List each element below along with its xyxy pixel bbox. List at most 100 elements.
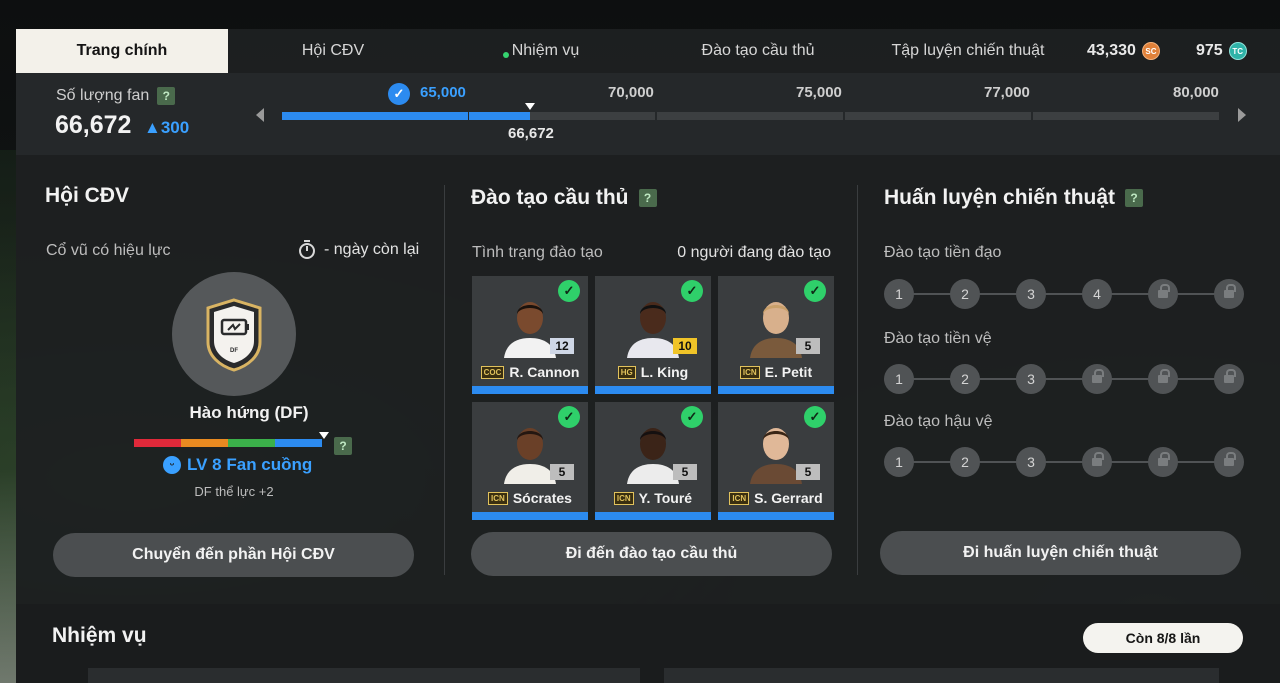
background-edge <box>0 150 16 683</box>
card-type-icon: ICN <box>613 491 634 505</box>
missions-remaining-badge: Còn 8/8 lần <box>1083 623 1243 653</box>
mission-card[interactable] <box>88 668 640 683</box>
player-name-row: ICN Y. Touré <box>595 490 711 506</box>
tab-fan-club[interactable]: Hội CĐV <box>228 29 438 73</box>
sc-value: 43,330 <box>1087 42 1136 59</box>
lock-icon <box>1158 369 1170 385</box>
column-divider <box>857 185 858 575</box>
stopwatch-icon <box>299 240 315 259</box>
milestone-label: 70,000 <box>608 84 654 101</box>
training-step[interactable]: 1 <box>884 279 914 309</box>
tab-label: Đào tạo cầu thủ <box>701 42 815 59</box>
mood-marker <box>319 432 329 439</box>
locked-step[interactable] <box>1082 364 1112 394</box>
card-type-icon: ICN <box>488 491 508 505</box>
player-card[interactable]: ✓ 5 ICN Y. Touré <box>595 402 711 520</box>
notification-dot-icon <box>502 52 509 58</box>
training-step[interactable]: 2 <box>950 447 980 477</box>
player-card[interactable]: ✓ 10 HG L. King <box>595 276 711 394</box>
player-card[interactable]: ✓ 5 ICN E. Petit <box>718 276 834 394</box>
locked-step[interactable] <box>1082 447 1112 477</box>
fan-count-delta: ▲300 <box>144 118 190 137</box>
player-level-badge: 5 <box>796 338 820 354</box>
player-name: R. Cannon <box>509 364 580 380</box>
help-icon[interactable]: ? <box>638 189 657 207</box>
locked-step[interactable] <box>1214 447 1244 477</box>
check-icon: ✓ <box>681 280 703 302</box>
player-training-title: Đào tạo cầu thủ ? <box>471 186 657 210</box>
card-type-icon: ICN <box>729 491 750 505</box>
timer-text: - ngày còn lại <box>324 241 420 258</box>
go-to-fan-club-button[interactable]: Chuyển đến phần Hội CĐV <box>53 533 414 577</box>
track-segment <box>1033 112 1219 120</box>
lock-icon <box>1224 452 1236 468</box>
tab-tactics-training[interactable]: Tập luyện chiến thuật <box>863 29 1073 73</box>
training-bar <box>472 512 588 520</box>
fan-count-label: Số lượng fan ? <box>56 87 176 105</box>
locked-step[interactable] <box>1148 279 1178 309</box>
mood-segment <box>275 439 322 447</box>
mission-card[interactable] <box>664 668 1219 683</box>
player-card[interactable]: ✓ 5 ICN S. Gerrard <box>718 402 834 520</box>
fan-level-effect: DF thể lực +2 <box>194 484 274 499</box>
defense-training-steps: 1 2 3 <box>884 447 1244 477</box>
training-step[interactable]: 4 <box>1082 279 1112 309</box>
help-icon[interactable]: ? <box>1125 189 1144 207</box>
fan-club-badge: DF <box>172 272 296 396</box>
check-icon: ✓ <box>681 406 703 428</box>
lock-icon <box>1158 284 1170 300</box>
milestone-label: 65,000 <box>420 84 466 101</box>
milestone-reached-icon: ✓ <box>388 83 410 105</box>
player-card[interactable]: ✓ 12 COC R. Cannon <box>472 276 588 394</box>
training-step[interactable]: 2 <box>950 364 980 394</box>
next-arrow-icon[interactable] <box>1238 108 1246 122</box>
cheer-timer: - ngày còn lại <box>298 240 419 260</box>
player-card[interactable]: ✓ 5 ICN Sócrates <box>472 402 588 520</box>
track-fill <box>282 112 468 120</box>
track-segment <box>845 112 1031 120</box>
tab-missions[interactable]: Nhiệm vụ <box>438 29 653 73</box>
help-icon[interactable]: ? <box>334 437 352 455</box>
check-icon: ✓ <box>804 406 826 428</box>
tab-player-training[interactable]: Đào tạo cầu thủ <box>653 29 863 73</box>
check-icon: ✓ <box>804 280 826 302</box>
go-to-tactics-button[interactable]: Đi huấn luyện chiến thuật <box>880 531 1241 575</box>
track-fill <box>469 112 530 120</box>
fan-club-mood: Hào hứng (DF) <box>189 403 309 422</box>
locked-step[interactable] <box>1148 364 1178 394</box>
milestone-label: 77,000 <box>984 84 1030 101</box>
locked-step[interactable] <box>1214 279 1244 309</box>
training-step[interactable]: 3 <box>1016 447 1046 477</box>
player-name: Sócrates <box>512 490 572 506</box>
locked-step[interactable] <box>1214 364 1244 394</box>
tactics-title: Huấn luyện chiến thuật ? <box>884 186 1144 210</box>
locked-step[interactable] <box>1148 447 1178 477</box>
sc-currency: 43,330 SC <box>1087 29 1160 73</box>
fan-label-text: Số lượng fan <box>56 87 150 104</box>
player-level-badge: 5 <box>796 464 820 480</box>
training-step[interactable]: 1 <box>884 447 914 477</box>
training-bar <box>595 512 711 520</box>
training-bar <box>718 386 834 394</box>
midfield-training-label: Đào tạo tiền vệ <box>884 330 992 347</box>
mood-segment <box>228 439 275 447</box>
training-status-label: Tình trạng đào tạo <box>472 244 603 261</box>
top-tabs: Trang chính Hội CĐV Nhiệm vụ Đào tạo cầu… <box>16 29 1280 73</box>
training-step[interactable]: 3 <box>1016 279 1046 309</box>
help-icon[interactable]: ? <box>157 87 176 105</box>
missions-section: Nhiệm vụ Còn 8/8 lần <box>16 604 1280 683</box>
tab-home[interactable]: Trang chính <box>16 29 228 73</box>
player-training-title-text: Đào tạo cầu thủ <box>471 186 629 209</box>
training-step[interactable]: 3 <box>1016 364 1046 394</box>
tc-value: 975 <box>1196 42 1223 59</box>
card-type-icon: ICN <box>739 365 760 379</box>
current-fan-marker <box>525 103 535 110</box>
midfield-training-steps: 1 2 3 <box>884 364 1244 394</box>
track-segment <box>657 112 843 120</box>
go-to-player-training-button[interactable]: Đi đến đào tạo cầu thủ <box>471 532 832 576</box>
prev-arrow-icon[interactable] <box>256 108 264 122</box>
player-name-row: HG L. King <box>595 364 711 380</box>
training-step[interactable]: 2 <box>950 279 980 309</box>
card-type-icon: COC <box>480 365 505 379</box>
training-step[interactable]: 1 <box>884 364 914 394</box>
